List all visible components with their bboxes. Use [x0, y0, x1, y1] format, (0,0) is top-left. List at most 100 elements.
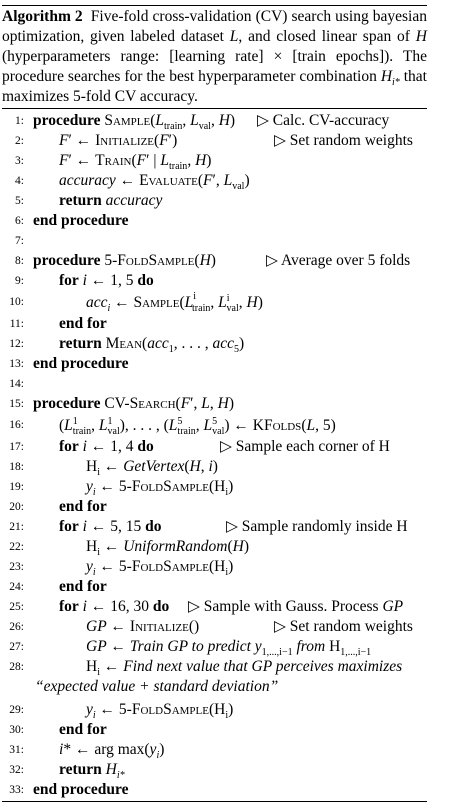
line-32: 32: return Hi* — [2, 760, 427, 782]
line-number: 9: — [15, 275, 24, 287]
line-comment: ▷ Set random weights — [274, 618, 413, 635]
line-number: 2: — [15, 135, 24, 147]
line-text: F′ ← Initialize(F′) — [59, 132, 178, 149]
algorithm-label: Algorithm 2 — [2, 8, 83, 25]
line-number: 4: — [15, 175, 24, 187]
line-comment: ▷ Sample with Gauss. Process GP — [188, 598, 404, 615]
algorithm-lines: 1: procedure Sample(Ltrain, Lval, H) ▷ C… — [2, 111, 427, 800]
line-text: i* ← arg max(yi) — [59, 741, 165, 762]
line-17: 17: for i ← 1, 4 do ▷ Sample each corner… — [2, 437, 427, 457]
line-text: procedure 5-FoldSample(H) — [33, 252, 216, 269]
line-text: yi ← 5-FoldSample(Hi) — [86, 701, 234, 722]
line-comment: ▷ Sample each corner of H — [220, 438, 390, 455]
line-26: 26: GP ← Initialize() ▷ Set random weigh… — [2, 617, 427, 637]
line-text: procedure CV-Search(F′, L, H) — [33, 395, 235, 412]
line-22: 22: Hi ← UniformRandom(H) — [2, 537, 427, 558]
line-text: GP ← Initialize() — [86, 618, 200, 635]
line-18: 18: Hi ← GetVertex(H, i) — [2, 457, 427, 479]
line-text: yi ← 5-FoldSample(Hi) — [86, 558, 234, 579]
line-text-continued: “expected value + standard deviation” — [35, 678, 279, 695]
line-text: acci ← Sample(Litrain, Lival, H) — [86, 290, 263, 315]
line-number: 31: — [9, 744, 24, 756]
line-10: 10: acci ← Sample(Litrain, Lival, H) — [2, 291, 427, 314]
line-9: 9: for i ← 1, 5 do — [2, 271, 427, 291]
line-28: 28: Hi ← Find next value that GP perceiv… — [2, 657, 427, 679]
line-text: end for — [59, 578, 107, 595]
line-number: 3: — [15, 155, 24, 167]
line-number: 14: — [9, 378, 24, 390]
line-comment: ▷ Set random weights — [274, 132, 413, 149]
line-text: for i ← 16, 30 do — [59, 598, 170, 615]
line-27: 27: GP ← Train GP to predict y1,...,i−1 … — [2, 637, 427, 659]
line-text: for i ← 1, 4 do — [59, 438, 154, 455]
line-16: 16: (L1train, L1val), . . . , (L5train, … — [2, 414, 427, 437]
line-number: 25: — [9, 601, 24, 613]
line-text: Hi ← GetVertex(H, i) — [86, 458, 218, 479]
line-text: end procedure — [33, 212, 129, 229]
line-3: 3: F′ ← Train(F′ | Ltrain, H) — [2, 151, 427, 173]
line-number: 24: — [9, 581, 24, 593]
line-28-continued: “expected value + standard deviation” — [2, 677, 427, 697]
algorithm-box: Algorithm 2 Five-fold cross-validation (… — [2, 5, 427, 802]
line-20: 20: end for — [2, 497, 427, 517]
bottom-rule — [2, 801, 427, 802]
line-text: return accuracy — [59, 192, 163, 209]
line-30: 30: end for — [2, 720, 427, 740]
line-number: 23: — [9, 561, 24, 573]
line-number: 21: — [9, 521, 24, 533]
line-number: 6: — [15, 215, 24, 227]
line-8: 8: procedure 5-FoldSample(H) ▷ Average o… — [2, 251, 427, 271]
line-33: 33: end procedure — [2, 780, 427, 800]
line-number: 13: — [9, 358, 24, 370]
line-number: 22: — [9, 541, 24, 553]
line-number: 30: — [9, 724, 24, 736]
line-5: 5: return accuracy — [2, 191, 427, 211]
caption-rule — [2, 108, 427, 109]
line-number: 11: — [9, 318, 24, 330]
line-text: GP ← Train GP to predict y1,...,i−1 from… — [86, 638, 372, 659]
line-text: F′ ← Train(F′ | Ltrain, H) — [59, 152, 212, 173]
line-7: 7: — [2, 231, 427, 251]
line-2: 2: F′ ← Initialize(F′) ▷ Set random weig… — [2, 131, 427, 151]
line-text: accuracy ← Evaluate(F′, Lval) — [59, 172, 250, 193]
line-11: 11: end for — [2, 314, 427, 334]
line-23: 23: yi ← 5-FoldSample(Hi) — [2, 557, 427, 579]
line-text: end procedure — [33, 781, 129, 798]
line-number: 20: — [9, 501, 24, 513]
line-text: for i ← 1, 5 do — [59, 272, 154, 289]
line-number: 7: — [15, 235, 24, 247]
line-number: 10: — [9, 296, 24, 308]
line-text: end for — [59, 498, 107, 515]
line-21: 21: for i ← 5, 15 do ▷ Sample randomly i… — [2, 517, 427, 537]
line-comment: ▷ Sample randomly inside H — [226, 518, 408, 535]
line-31: 31: i* ← arg max(yi) — [2, 740, 427, 762]
line-19: 19: yi ← 5-FoldSample(Hi) — [2, 477, 427, 499]
line-text: end for — [59, 315, 107, 332]
line-number: 19: — [9, 481, 24, 493]
line-24: 24: end for — [2, 577, 427, 597]
line-number: 28: — [9, 661, 24, 673]
line-12: 12: return Mean(acc1, . . . , acc5) — [2, 334, 427, 355]
line-text: return Hi* — [59, 761, 125, 782]
line-25: 25: for i ← 16, 30 do ▷ Sample with Gaus… — [2, 597, 427, 617]
line-text: yi ← 5-FoldSample(Hi) — [86, 478, 234, 499]
line-comment: ▷ Calc. CV-accuracy — [257, 112, 390, 129]
line-29: 29: yi ← 5-FoldSample(Hi) — [2, 700, 427, 722]
line-number: 26: — [9, 621, 24, 633]
line-text: end for — [59, 721, 107, 738]
line-number: 8: — [15, 255, 24, 267]
line-6: 6: end procedure — [2, 211, 427, 231]
line-text: procedure Sample(Ltrain, Lval, H) — [33, 112, 236, 133]
line-number: 1: — [15, 115, 24, 127]
line-15: 15: procedure CV-Search(F′, L, H) — [2, 394, 427, 414]
line-13: 13: end procedure — [2, 354, 427, 374]
line-number: 32: — [9, 764, 24, 776]
line-text: Hi ← Find next value that GP perceives m… — [86, 658, 403, 679]
line-14: 14: — [2, 374, 427, 394]
line-1: 1: procedure Sample(Ltrain, Lval, H) ▷ C… — [2, 111, 427, 133]
line-number: 5: — [15, 195, 24, 207]
line-text: (L1train, L1val), . . . , (L5train, L5va… — [59, 415, 336, 438]
line-number: 16: — [9, 419, 24, 431]
line-number: 17: — [9, 441, 24, 453]
algorithm-caption: Algorithm 2 Five-fold cross-validation (… — [2, 6, 427, 108]
